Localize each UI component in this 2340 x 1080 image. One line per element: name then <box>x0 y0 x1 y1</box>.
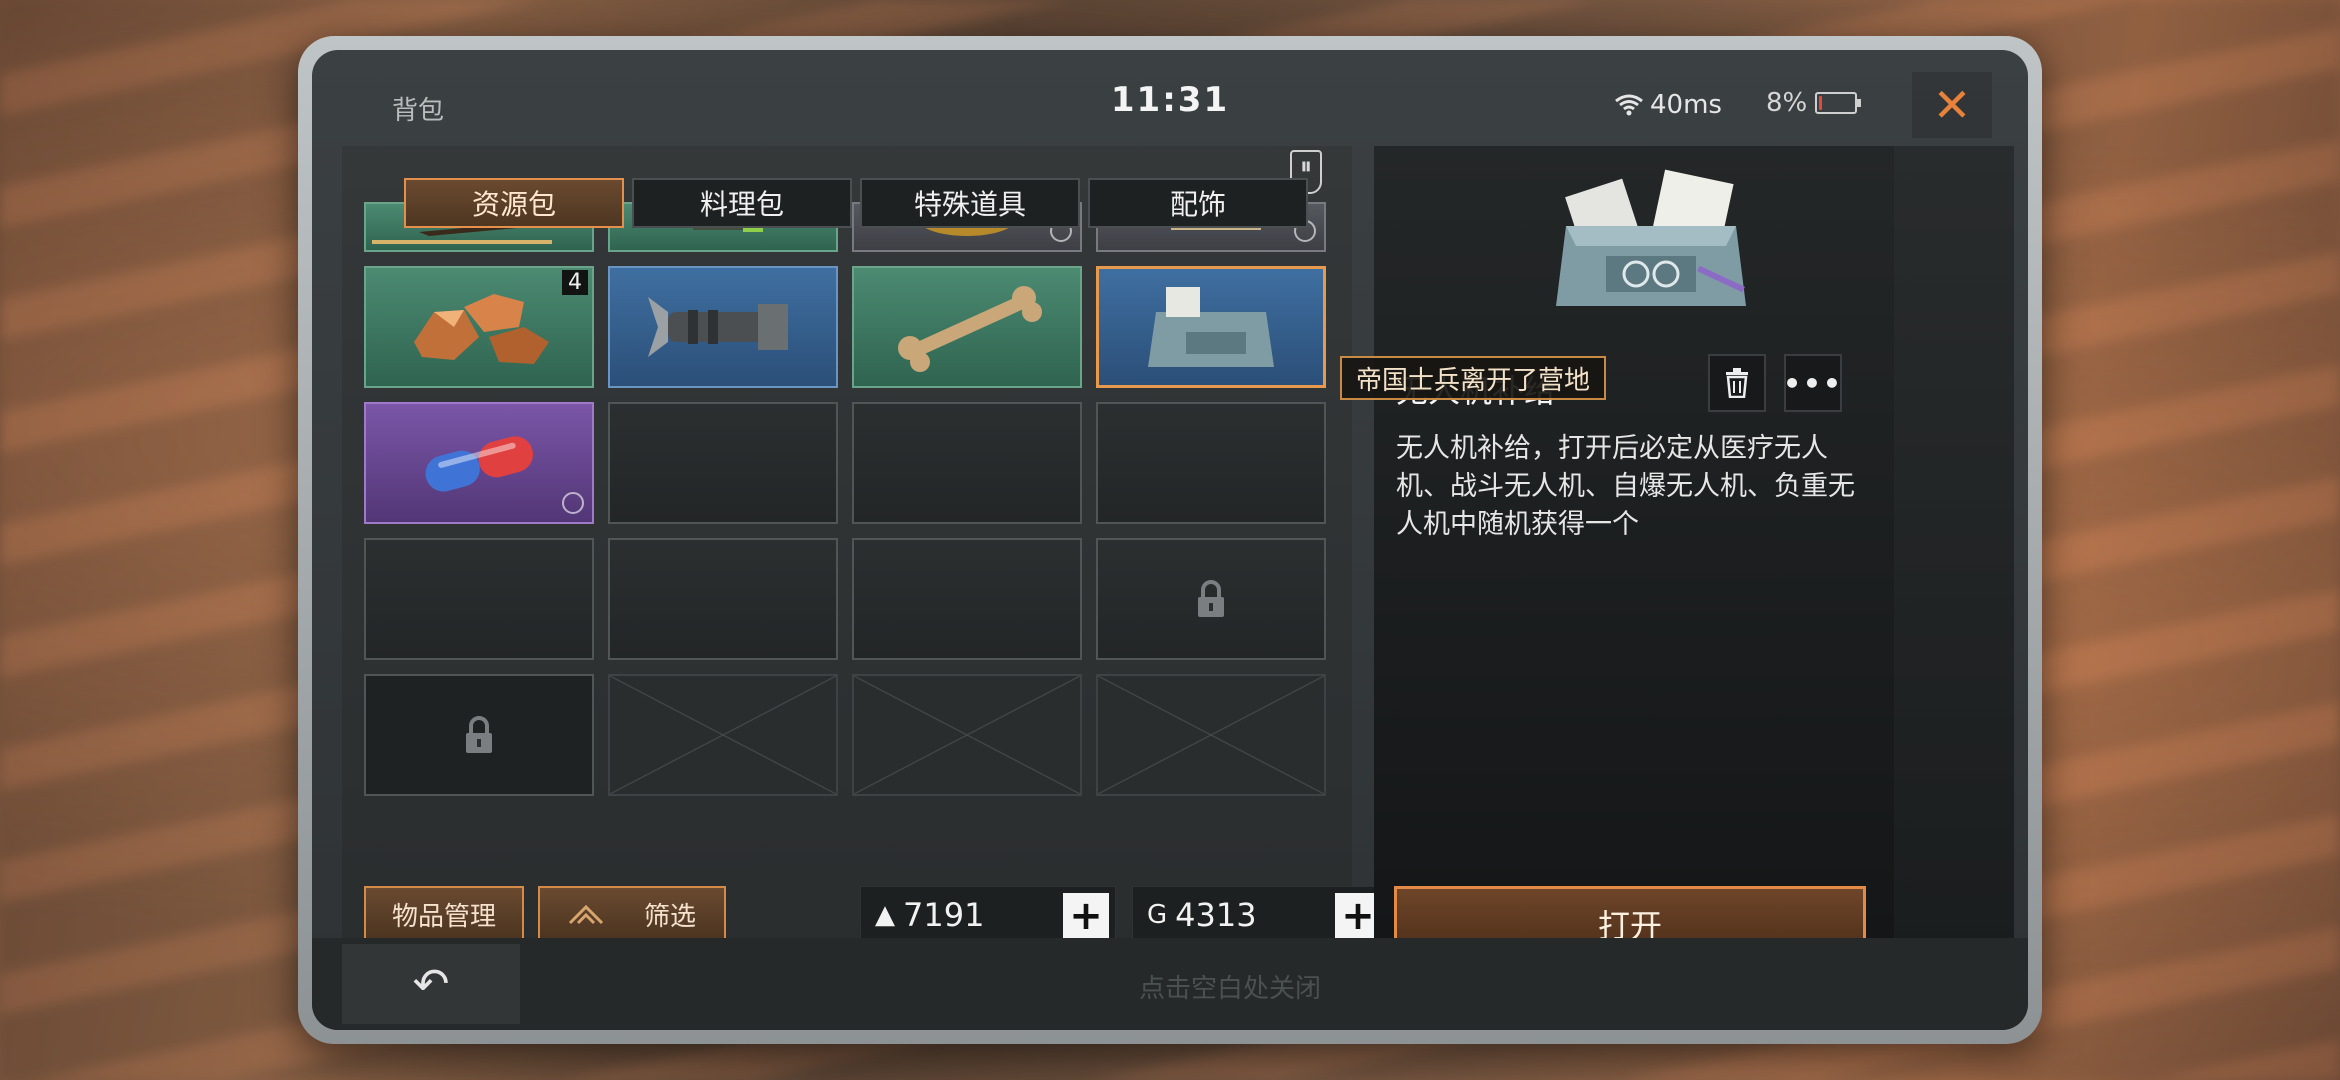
lock-icon <box>466 716 492 753</box>
ore-currency-icon: ▲ <box>875 900 895 930</box>
item-count-badge: 4 <box>562 270 588 295</box>
gold-currency-icon: G <box>1147 900 1168 930</box>
category-tabs: 资源包 料理包 特殊道具 配饰 <box>404 178 1308 228</box>
currency-b-value: 4313 <box>1175 896 1257 934</box>
add-currency-a-button[interactable]: + <box>1063 893 1109 939</box>
empty-slot[interactable] <box>852 402 1082 524</box>
empty-slot[interactable] <box>364 538 594 660</box>
footer-bar[interactable]: ↶ 点击空白处关闭 <box>312 938 2028 1030</box>
wifi-icon <box>1615 94 1643 116</box>
trash-icon <box>1726 368 1748 398</box>
battery-icon <box>1815 92 1862 114</box>
currency-a: ▲ 7191 + <box>860 886 1116 944</box>
item-detail-panel: 无人机补给 ••• 无人机补给，打开后必定从医疗无人机、战斗无人机、自爆无人机、… <box>1374 146 2014 946</box>
filter-icon <box>568 904 604 925</box>
drone-supply-icon <box>1115 277 1307 377</box>
item-slot-bone[interactable] <box>852 266 1082 388</box>
item-manage-button[interactable]: 物品管理 <box>364 886 524 942</box>
empty-slot[interactable] <box>1096 402 1326 524</box>
locked-slot[interactable] <box>364 674 594 796</box>
close-button[interactable]: ✕ <box>1912 72 1992 138</box>
durability-bar <box>372 240 552 244</box>
locked-slot[interactable] <box>1096 538 1326 660</box>
item-slot-ore[interactable]: 4 <box>364 266 594 388</box>
drone-supply-box-image <box>1556 169 1746 306</box>
item-slot-drone-supply[interactable] <box>1096 266 1326 388</box>
bone-icon <box>870 276 1064 378</box>
tablet-frame: 背包 11:31 40ms 8% ✕ ⏸ 资源包 料理包 特殊道具 配饰 4 帝… <box>298 36 2042 1044</box>
battery-percent: 8% <box>1766 88 1808 118</box>
empty-slot[interactable] <box>608 402 838 524</box>
tab-1[interactable]: 料理包 <box>632 178 852 228</box>
filter-button[interactable]: 筛选 <box>538 886 726 942</box>
status-bar: 背包 11:31 40ms 8% ✕ <box>312 50 2028 140</box>
panel-decoration <box>1894 146 2014 946</box>
unavailable-slot <box>1096 674 1326 796</box>
network-status: 40ms <box>1614 90 1722 120</box>
currency-a-value: 7191 <box>903 896 985 934</box>
empty-slot[interactable] <box>852 538 1082 660</box>
mechanical-part-icon <box>626 276 820 378</box>
tab-0[interactable]: 资源包 <box>404 178 624 228</box>
discard-button[interactable] <box>1708 354 1766 412</box>
more-options-button[interactable]: ••• <box>1783 354 1842 412</box>
currency-b: G 4313 + <box>1132 886 1388 944</box>
tablet-screen: 背包 11:31 40ms 8% ✕ ⏸ 资源包 料理包 特殊道具 配饰 4 帝… <box>312 50 2028 1030</box>
lock-icon <box>1198 580 1224 617</box>
item-slot-mechanical-part[interactable] <box>608 266 838 388</box>
tab-2[interactable]: 特殊道具 <box>860 178 1080 228</box>
unavailable-slot <box>608 674 838 796</box>
ore-icon <box>382 276 576 378</box>
empty-slot[interactable] <box>608 538 838 660</box>
filter-label: 筛选 <box>643 901 696 932</box>
close-hint: 点击空白处关闭 <box>1138 974 1321 1004</box>
tab-3[interactable]: 配饰 <box>1088 178 1308 228</box>
event-tooltip: 帝国士兵离开了营地 <box>1340 356 1607 400</box>
inventory-panel: ⏸ 资源包 料理包 特殊道具 配饰 4 <box>342 146 1352 962</box>
item-description: 无人机补给，打开后必定从医疗无人机、战斗无人机、自爆无人机、负重无人机中随机获得… <box>1396 433 1855 540</box>
battery-status: 8% <box>1766 88 1862 118</box>
item-grid: 4 <box>364 202 1344 796</box>
open-button[interactable]: 打开 <box>1394 886 1866 946</box>
item-tag-icon <box>562 492 584 514</box>
unavailable-slot <box>852 674 1082 796</box>
item-slot-capsule[interactable] <box>364 402 594 524</box>
ping-value: 40ms <box>1650 90 1722 120</box>
capsule-icon <box>382 412 576 514</box>
battery-fill <box>1819 96 1823 110</box>
